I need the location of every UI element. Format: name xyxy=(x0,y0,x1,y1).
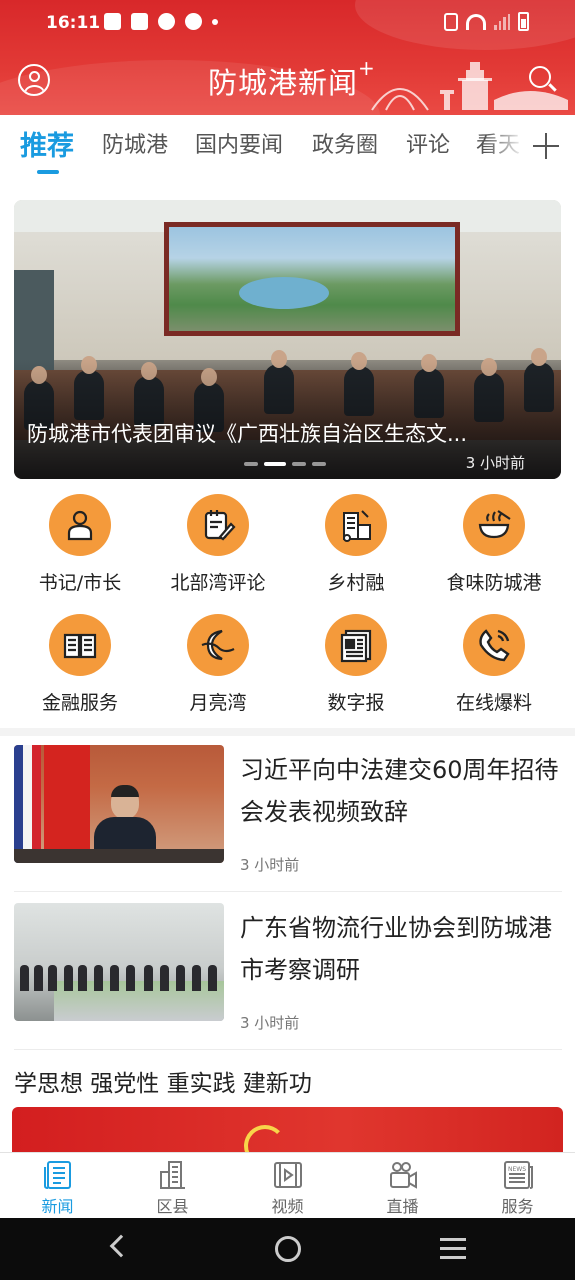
tab-commentary[interactable]: 评论 xyxy=(406,127,450,159)
nav-news[interactable]: 新闻 xyxy=(0,1159,115,1217)
shield-icon xyxy=(185,13,202,30)
carousel-dot-active xyxy=(264,462,286,466)
app-header: 16:11 防城港新闻+ xyxy=(0,0,575,115)
nav-label: 视频 xyxy=(271,1197,304,1216)
shortcut-tip-off[interactable]: 在线爆料 xyxy=(424,614,564,724)
shortcut-moon-bay[interactable]: 月亮湾 xyxy=(148,614,288,724)
nav-live[interactable]: 直播 xyxy=(345,1159,460,1217)
wifi-icon xyxy=(466,13,486,30)
village-icon xyxy=(325,494,387,556)
shortcut-label: 在线爆料 xyxy=(455,692,532,714)
system-navigation-bar xyxy=(0,1218,575,1280)
news-title[interactable]: 习近平向中法建交60周年招待会发表视频致辞 xyxy=(240,749,570,833)
headline-carousel[interactable]: 防城港市代表团审议《广西壮族自治区生态文... 3 小时前 xyxy=(14,200,561,479)
news-icon xyxy=(44,1161,71,1189)
shortcut-label: 食味防城港 xyxy=(446,572,542,594)
shortcut-label: 金融服务 xyxy=(41,692,118,714)
list-divider xyxy=(14,1049,562,1050)
video-icon xyxy=(274,1162,302,1188)
shortcut-label: 数字报 xyxy=(327,692,385,714)
nav-label: 新闻 xyxy=(41,1197,74,1216)
mail-icon xyxy=(131,13,148,30)
carousel-indicator xyxy=(244,462,326,466)
nav-label: 直播 xyxy=(386,1197,419,1216)
moon-icon xyxy=(187,614,249,676)
vibrate-icon xyxy=(444,12,458,31)
service-news-icon: NEWS xyxy=(504,1161,533,1189)
news-thumbnail xyxy=(14,745,224,863)
person-icon xyxy=(49,494,111,556)
search-icon[interactable] xyxy=(529,66,557,94)
section-divider xyxy=(0,728,575,736)
mail-icon xyxy=(104,13,121,30)
list-divider xyxy=(14,891,562,892)
book-icon xyxy=(49,614,111,676)
shortcut-label: 月亮湾 xyxy=(189,692,247,714)
signal-icon xyxy=(494,13,510,30)
banner-photo-painting xyxy=(164,222,460,336)
shortcut-label: 乡村融 xyxy=(327,572,385,594)
active-tab-indicator xyxy=(37,170,59,174)
carousel-dot xyxy=(312,462,326,466)
shortcut-village[interactable]: 乡村融 xyxy=(286,494,426,604)
add-channel-icon[interactable] xyxy=(533,133,559,159)
newspaper-icon xyxy=(325,614,387,676)
phone-icon xyxy=(463,614,525,676)
tabs-fade xyxy=(485,115,525,177)
headline-title[interactable]: 防城港市代表团审议《广西壮族自治区生态文... xyxy=(27,418,547,448)
status-time: 16:11 xyxy=(46,13,101,33)
system-status-icons xyxy=(444,12,529,31)
tab-fangchenggang[interactable]: 防城港 xyxy=(102,127,168,159)
home-icon[interactable] xyxy=(275,1236,301,1262)
news-title[interactable]: 广东省物流行业协会到防城港市考察调研 xyxy=(240,907,570,991)
news-time: 3 小时前 xyxy=(240,856,300,874)
shortcut-beibuwan-commentary[interactable]: 北部湾评论 xyxy=(148,494,288,604)
back-icon[interactable] xyxy=(109,1234,133,1258)
recent-apps-icon[interactable] xyxy=(440,1238,466,1260)
section-title: 学思想 强党性 重实践 建新功 xyxy=(14,1071,312,1097)
news-time: 3 小时前 xyxy=(240,1014,300,1032)
nav-district[interactable]: 区县 xyxy=(115,1159,230,1217)
shortcut-label: 北部湾评论 xyxy=(170,572,266,594)
nav-label: 服务 xyxy=(501,1197,534,1216)
bottom-navigation: 新闻 区县 视频 直播 NEWS 服务 xyxy=(0,1152,575,1218)
tab-government[interactable]: 政务圈 xyxy=(312,127,378,159)
tab-domestic-news[interactable]: 国内要闻 xyxy=(195,127,283,159)
shortcut-label: 书记/市长 xyxy=(38,572,122,594)
live-camera-icon xyxy=(390,1162,417,1189)
shortcut-digital-paper[interactable]: 数字报 xyxy=(286,614,426,724)
nav-service[interactable]: NEWS 服务 xyxy=(460,1159,575,1217)
news-thumbnail xyxy=(14,903,224,1021)
news-item[interactable]: 广东省物流行业协会到防城港市考察调研 3 小时前 xyxy=(14,903,564,1053)
carousel-dot xyxy=(244,462,258,466)
food-bowl-icon xyxy=(463,494,525,556)
shortcut-finance[interactable]: 金融服务 xyxy=(10,614,150,724)
notification-icons xyxy=(104,13,218,30)
news-item[interactable]: 习近平向中法建交60周年招待会发表视频致辞 3 小时前 xyxy=(14,745,564,895)
tab-recommend[interactable]: 推荐 xyxy=(20,124,74,163)
shortcut-secretary-mayor[interactable]: 书记/市长 xyxy=(10,494,150,604)
nav-video[interactable]: 视频 xyxy=(230,1159,345,1217)
channel-tabs: 推荐 防城港 国内要闻 政务圈 评论 看天 xyxy=(0,115,575,177)
battery-icon xyxy=(518,12,529,31)
notepad-pen-icon xyxy=(187,494,249,556)
status-bar: 16:11 xyxy=(0,0,575,46)
svg-text:NEWS: NEWS xyxy=(508,1166,526,1173)
headline-time: 3 小时前 xyxy=(465,454,525,472)
user-profile-icon[interactable] xyxy=(18,64,50,96)
carousel-dot xyxy=(292,462,306,466)
check-icon xyxy=(158,13,175,30)
app-brand-title: 防城港新闻+ xyxy=(208,56,376,100)
nav-label: 区县 xyxy=(156,1197,189,1216)
district-icon xyxy=(160,1161,185,1189)
more-dot-icon xyxy=(212,19,218,25)
shortcut-food[interactable]: 食味防城港 xyxy=(424,494,564,604)
